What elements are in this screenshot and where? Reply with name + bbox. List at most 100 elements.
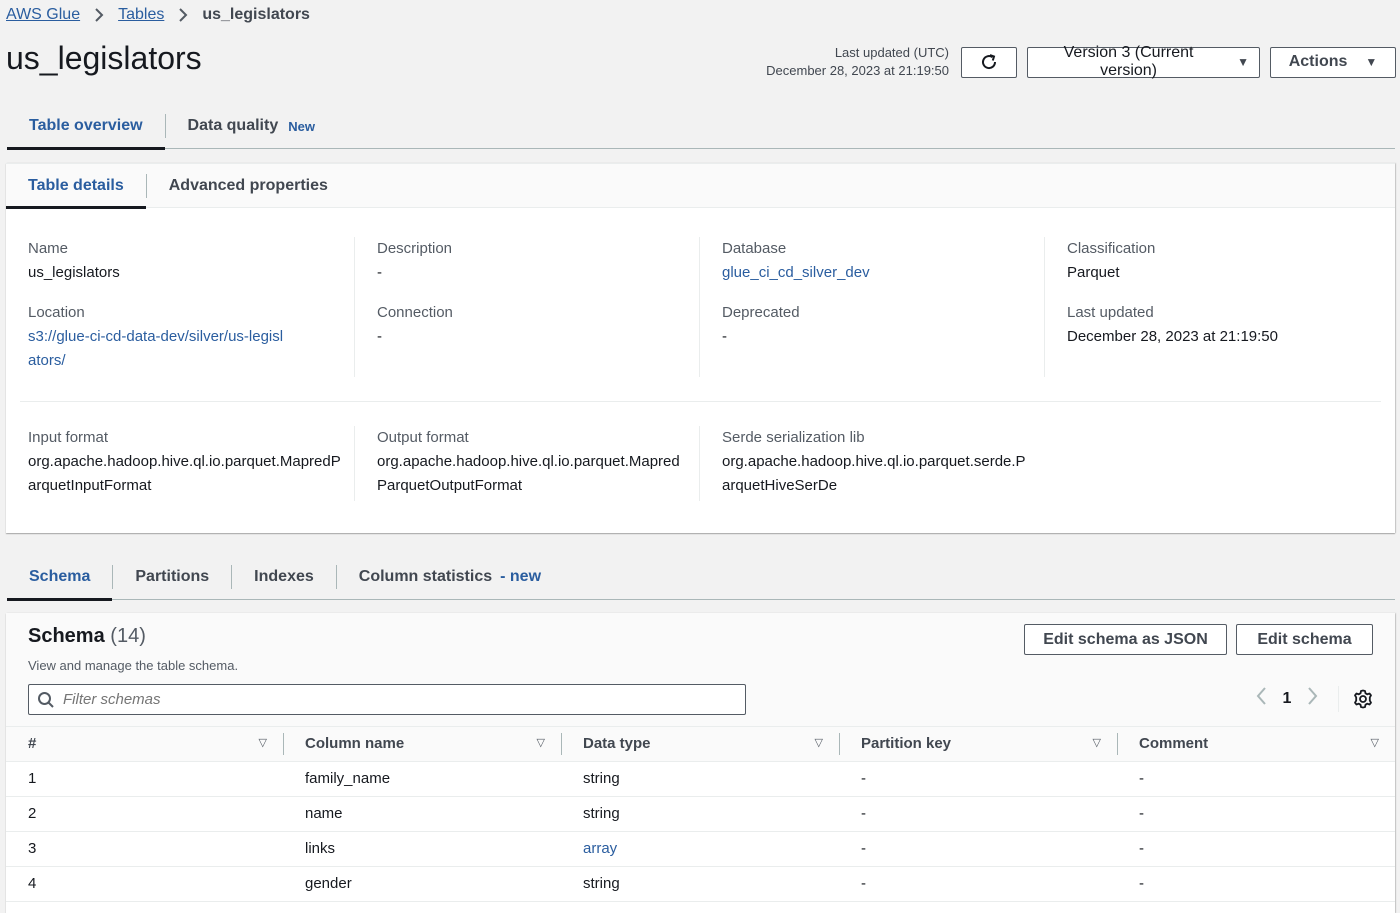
column-header-label: Comment: [1139, 735, 1209, 753]
field-value: -: [377, 328, 382, 345]
column-header-label: Column name: [305, 735, 405, 753]
field-value: org.apache.hadoop.hive.ql.io.parquet.Map…: [377, 453, 680, 494]
column-divider[interactable]: [1117, 733, 1118, 755]
tab-label: Table overview: [29, 117, 143, 134]
cell-partition-key: -: [839, 831, 1117, 867]
details-column: Classification Parquet Last updated Dece…: [1044, 237, 1395, 377]
field-name: Name us_legislators: [28, 237, 354, 285]
table-row[interactable]: 1 family_name string - -: [6, 761, 1395, 797]
actions-label: Actions: [1288, 53, 1348, 70]
tab-data-quality[interactable]: Data quality New: [166, 104, 337, 148]
sort-icon[interactable]: ▽: [1371, 736, 1379, 749]
column-header-partition-key[interactable]: Partition key ▽: [839, 727, 1117, 762]
column-divider[interactable]: [283, 733, 284, 755]
cell-number: 3: [6, 831, 283, 867]
field-label: Name: [28, 240, 69, 257]
sort-icon[interactable]: ▽: [1093, 736, 1101, 749]
database-link[interactable]: glue_ci_cd_silver_dev: [722, 261, 1044, 285]
last-updated: Last updated (UTC) December 28, 2023 at …: [766, 44, 949, 80]
refresh-button[interactable]: [961, 46, 1017, 78]
filter-schemas-input[interactable]: [63, 691, 745, 708]
edit-schema-button[interactable]: Edit schema: [1236, 624, 1373, 655]
schema-table-body: 1 family_name string - -2 name string - -3 links a…: [6, 761, 1395, 902]
column-divider[interactable]: [839, 733, 840, 755]
sort-icon[interactable]: ▽: [537, 736, 545, 749]
gear-icon[interactable]: [1353, 689, 1373, 709]
chevron-right-icon: [94, 7, 104, 23]
column-header-name[interactable]: Column name ▽: [283, 727, 561, 762]
column-header-number[interactable]: # ▽: [6, 727, 283, 762]
pagination: 1: [1246, 686, 1373, 712]
cell-column-name: family_name: [283, 761, 561, 797]
cell-partition-key: -: [839, 796, 1117, 832]
field-value: org.apache.hadoop.hive.ql.io.parquet.Map…: [28, 453, 341, 494]
sort-icon[interactable]: ▽: [259, 736, 267, 749]
field-label: Connection: [377, 304, 453, 321]
version-select[interactable]: Version 3 (Current version) ▼: [1027, 44, 1260, 79]
schema-count: (14): [110, 625, 146, 647]
field-label: Last updated: [1067, 304, 1154, 321]
field-label: Description: [377, 240, 453, 257]
chevron-left-icon[interactable]: [1246, 686, 1276, 712]
details-column: Description - Connection -: [354, 237, 699, 377]
details-column: Output format org.apache.hadoop.hive.ql.…: [354, 426, 699, 501]
schema-tabs: Schema Partitions Indexes Column statist…: [7, 555, 1395, 601]
tab-label: Indexes: [254, 568, 314, 585]
field-serde: Serde serialization lib org.apache.hadoo…: [722, 426, 1044, 498]
cell-comment: -: [1117, 866, 1395, 902]
cell-data-type: string: [561, 796, 839, 832]
field-value: Parquet: [1067, 264, 1120, 281]
cell-comment: -: [1117, 831, 1395, 867]
cell-data-type[interactable]: array: [561, 831, 839, 867]
location-link[interactable]: s3://glue-ci-cd-data-dev/silver/us-legis…: [28, 325, 288, 373]
column-header-comment[interactable]: Comment ▽: [1117, 727, 1395, 762]
sort-icon[interactable]: ▽: [815, 736, 823, 749]
pager-divider: [1338, 686, 1339, 712]
page-number[interactable]: 1: [1276, 690, 1298, 708]
tab-label: Schema: [29, 568, 91, 585]
details-grid-formats: Input format org.apache.hadoop.hive.ql.i…: [6, 426, 1395, 501]
tab-advanced-properties[interactable]: Advanced properties: [147, 164, 350, 207]
field-label: Serde serialization lib: [722, 429, 865, 446]
tab-column-statistics[interactable]: Column statistics - new: [337, 555, 563, 599]
chevron-right-icon: [178, 7, 188, 23]
table-row[interactable]: 3 links array - -: [6, 831, 1395, 867]
tab-label: Data quality: [187, 117, 279, 134]
cell-column-name: gender: [283, 866, 561, 902]
cell-comment: -: [1117, 761, 1395, 797]
field-label: Input format: [28, 429, 109, 446]
table-row[interactable]: 4 gender string - -: [6, 866, 1395, 902]
table-header-row: # ▽ Column name ▽ Data type ▽ Partition …: [6, 727, 1395, 762]
cell-number: 4: [6, 866, 283, 902]
field-value: org.apache.hadoop.hive.ql.io.parquet.ser…: [722, 453, 1026, 494]
column-header-data-type[interactable]: Data type ▽: [561, 727, 839, 762]
schema-table: # ▽ Column name ▽ Data type ▽ Partition …: [6, 727, 1395, 902]
tab-partitions[interactable]: Partitions: [113, 555, 231, 599]
actions-button[interactable]: Actions ▼: [1270, 46, 1396, 78]
breadcrumb-aws-glue[interactable]: AWS Glue: [6, 6, 80, 24]
field-last-updated: Last updated December 28, 2023 at 21:19:…: [1067, 301, 1395, 349]
column-header-label: Data type: [583, 735, 651, 753]
table-details-card: Table details Advanced properties Name u…: [6, 163, 1395, 533]
details-column: Serde serialization lib org.apache.hadoo…: [699, 426, 1044, 501]
details-tabs: Table details Advanced properties: [6, 164, 1395, 209]
breadcrumb-tables[interactable]: Tables: [118, 6, 164, 24]
table-row[interactable]: 2 name string - -: [6, 796, 1395, 832]
field-label: Deprecated: [722, 304, 800, 321]
chevron-right-icon[interactable]: [1298, 686, 1328, 712]
tab-table-overview[interactable]: Table overview: [7, 104, 165, 150]
tab-label: Partitions: [135, 568, 210, 585]
field-label: Database: [722, 240, 787, 257]
schema-header: Schema (14) View and manage the table sc…: [6, 613, 1395, 727]
tab-table-details[interactable]: Table details: [6, 164, 146, 209]
tab-schema[interactable]: Schema: [7, 555, 113, 601]
cell-column-name: links: [283, 831, 561, 867]
tab-label: Table details: [28, 176, 124, 194]
refresh-icon: [979, 52, 999, 72]
details-column-empty: [1044, 426, 1395, 501]
edit-schema-json-button[interactable]: Edit schema as JSON: [1024, 624, 1227, 655]
column-divider[interactable]: [561, 733, 562, 755]
field-label: Location: [28, 304, 85, 321]
field-database: Database glue_ci_cd_silver_dev: [722, 237, 1044, 285]
tab-indexes[interactable]: Indexes: [232, 555, 336, 599]
